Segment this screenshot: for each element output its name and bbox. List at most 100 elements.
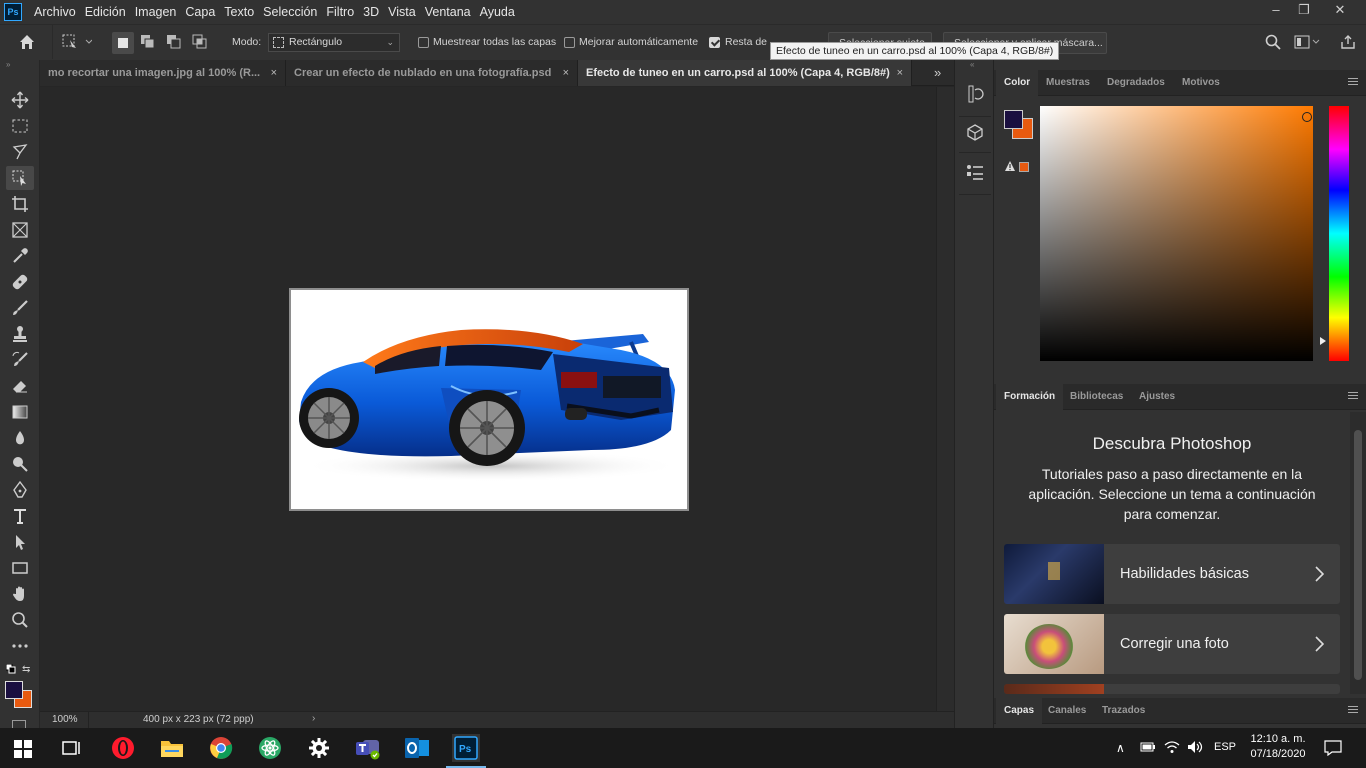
outlook-icon[interactable] [403,734,431,762]
menu-capa[interactable]: Capa [185,0,223,24]
crop-tool-icon[interactable] [6,192,34,216]
teams-icon[interactable] [354,734,382,762]
sample-all-layers-checkbox[interactable] [418,37,429,48]
new-selection-icon[interactable] [112,32,134,54]
more-tabs-icon[interactable]: » [934,60,941,86]
frame-tool-icon[interactable] [6,218,34,242]
close-tab-icon[interactable]: × [271,60,277,86]
menu-ventana[interactable]: Ventana [425,0,479,24]
menu-imagen[interactable]: Imagen [135,0,185,24]
blur-tool-icon[interactable] [6,426,34,450]
file-explorer-icon[interactable] [158,734,186,762]
tutorial-card-partial[interactable] [1004,684,1340,694]
tab-muestras[interactable]: Muestras [1038,70,1098,96]
menu-ayuda[interactable]: Ayuda [480,0,523,24]
volume-icon[interactable] [1187,740,1205,754]
input-language[interactable]: ESP [1214,741,1236,753]
subtract-object-checkbox[interactable] [709,37,720,48]
healing-brush-tool-icon[interactable] [6,270,34,294]
windows-start-icon[interactable] [14,740,32,758]
brush-tool-icon[interactable] [6,296,34,320]
photoshop-taskbar-icon[interactable]: Ps [446,734,486,768]
panel-menu-icon[interactable] [1348,706,1358,716]
subtract-from-selection-icon[interactable] [166,34,182,50]
close-tab-icon[interactable]: × [897,60,903,86]
task-view-icon[interactable] [58,734,86,762]
menu-archivo[interactable]: Archivo [34,0,84,24]
clone-stamp-tool-icon[interactable] [6,322,34,346]
minimize-icon[interactable]: – [1262,0,1290,22]
mode-select[interactable]: Rectángulo ⌄ [268,33,400,52]
close-icon[interactable]: ✕ [1326,0,1354,22]
workspace-icon[interactable] [1294,35,1320,49]
panel-menu-icon[interactable] [1348,78,1358,88]
3d-panel-icon[interactable] [965,122,985,142]
tab-bibliotecas[interactable]: Bibliotecas [1062,384,1131,410]
default-colors-icon[interactable] [6,664,16,674]
more-tools-icon[interactable] [6,634,34,658]
hand-tool-icon[interactable] [6,582,34,606]
menu-vista[interactable]: Vista [388,0,424,24]
tutorial-card-fix-photo[interactable]: Corregir una foto [1004,614,1340,674]
zoom-level[interactable]: 100% [52,714,78,725]
tutorial-card-basic-skills[interactable]: Habilidades básicas [1004,544,1340,604]
hue-slider[interactable] [1329,106,1349,361]
rectangle-tool-icon[interactable] [6,556,34,580]
home-icon[interactable] [18,33,36,51]
color-picker-marker[interactable] [1302,112,1312,122]
hue-slider-handle[interactable] [1320,337,1326,345]
share-icon[interactable] [1340,34,1356,50]
menu-seleccion[interactable]: Selección [263,0,325,24]
tab-trazados[interactable]: Trazados [1094,698,1153,724]
chrome-icon[interactable] [207,734,235,762]
tab-formacion[interactable]: Formación [996,384,1064,410]
eyedropper-tool-icon[interactable] [6,244,34,268]
chevron-right-icon[interactable]: › [312,713,315,724]
color-field[interactable] [1040,106,1313,361]
document-canvas[interactable] [289,288,689,511]
clock[interactable]: 12:10 a. m. 07/18/2020 [1246,732,1310,762]
marquee-tool-icon[interactable] [6,114,34,138]
tab-motivos[interactable]: Motivos [1174,70,1228,96]
eraser-tool-icon[interactable] [6,374,34,398]
battery-icon[interactable] [1140,741,1156,753]
type-tool-icon[interactable] [6,504,34,528]
tab-ajustes[interactable]: Ajustes [1131,384,1183,410]
menu-texto[interactable]: Texto [224,0,262,24]
lasso-tool-icon[interactable] [6,140,34,164]
tab-capas[interactable]: Capas [996,698,1043,724]
auto-enhance-checkbox[interactable] [564,37,575,48]
history-panel-icon[interactable] [965,84,985,104]
menu-filtro[interactable]: Filtro [326,0,362,24]
gradient-tool-icon[interactable] [6,400,34,424]
gamut-color-swatch[interactable] [1019,162,1029,172]
history-brush-tool-icon[interactable] [6,348,34,372]
foreground-color-swatch[interactable] [5,681,23,699]
dodge-tool-icon[interactable] [6,452,34,476]
notifications-icon[interactable] [1324,740,1342,756]
atom-app-icon[interactable] [256,734,284,762]
move-tool-icon[interactable] [6,88,34,112]
tab-degradados[interactable]: Degradados [1099,70,1173,96]
settings-gear-icon[interactable] [305,734,333,762]
opera-icon[interactable] [109,734,137,762]
add-to-selection-icon[interactable] [140,34,156,50]
path-selection-tool-icon[interactable] [6,530,34,554]
close-tab-icon[interactable]: × [563,60,569,86]
intersect-selection-icon[interactable] [192,34,208,50]
tab-color[interactable]: Color [996,70,1039,96]
learn-panel-scrollbar[interactable] [1350,412,1366,694]
tab-document-3[interactable]: Efecto de tuneo en un carro.psd al 100% … [578,60,912,86]
wifi-icon[interactable] [1164,740,1180,754]
collapse-toolbar-icon[interactable]: » [6,60,34,69]
search-icon[interactable] [1265,34,1281,50]
pen-tool-icon[interactable] [6,478,34,502]
object-selection-tool-preset-icon[interactable] [62,34,92,50]
foreground-color-swatch[interactable] [1004,110,1023,129]
tab-document-1[interactable]: mo recortar una imagen.jpg al 100% (R...… [40,60,286,86]
menu-edicion[interactable]: Edición [85,0,134,24]
expand-panels-icon[interactable]: « [970,60,974,69]
zoom-tool-icon[interactable] [6,608,34,632]
properties-panel-icon[interactable] [965,162,985,182]
menu-3d[interactable]: 3D [363,0,387,24]
